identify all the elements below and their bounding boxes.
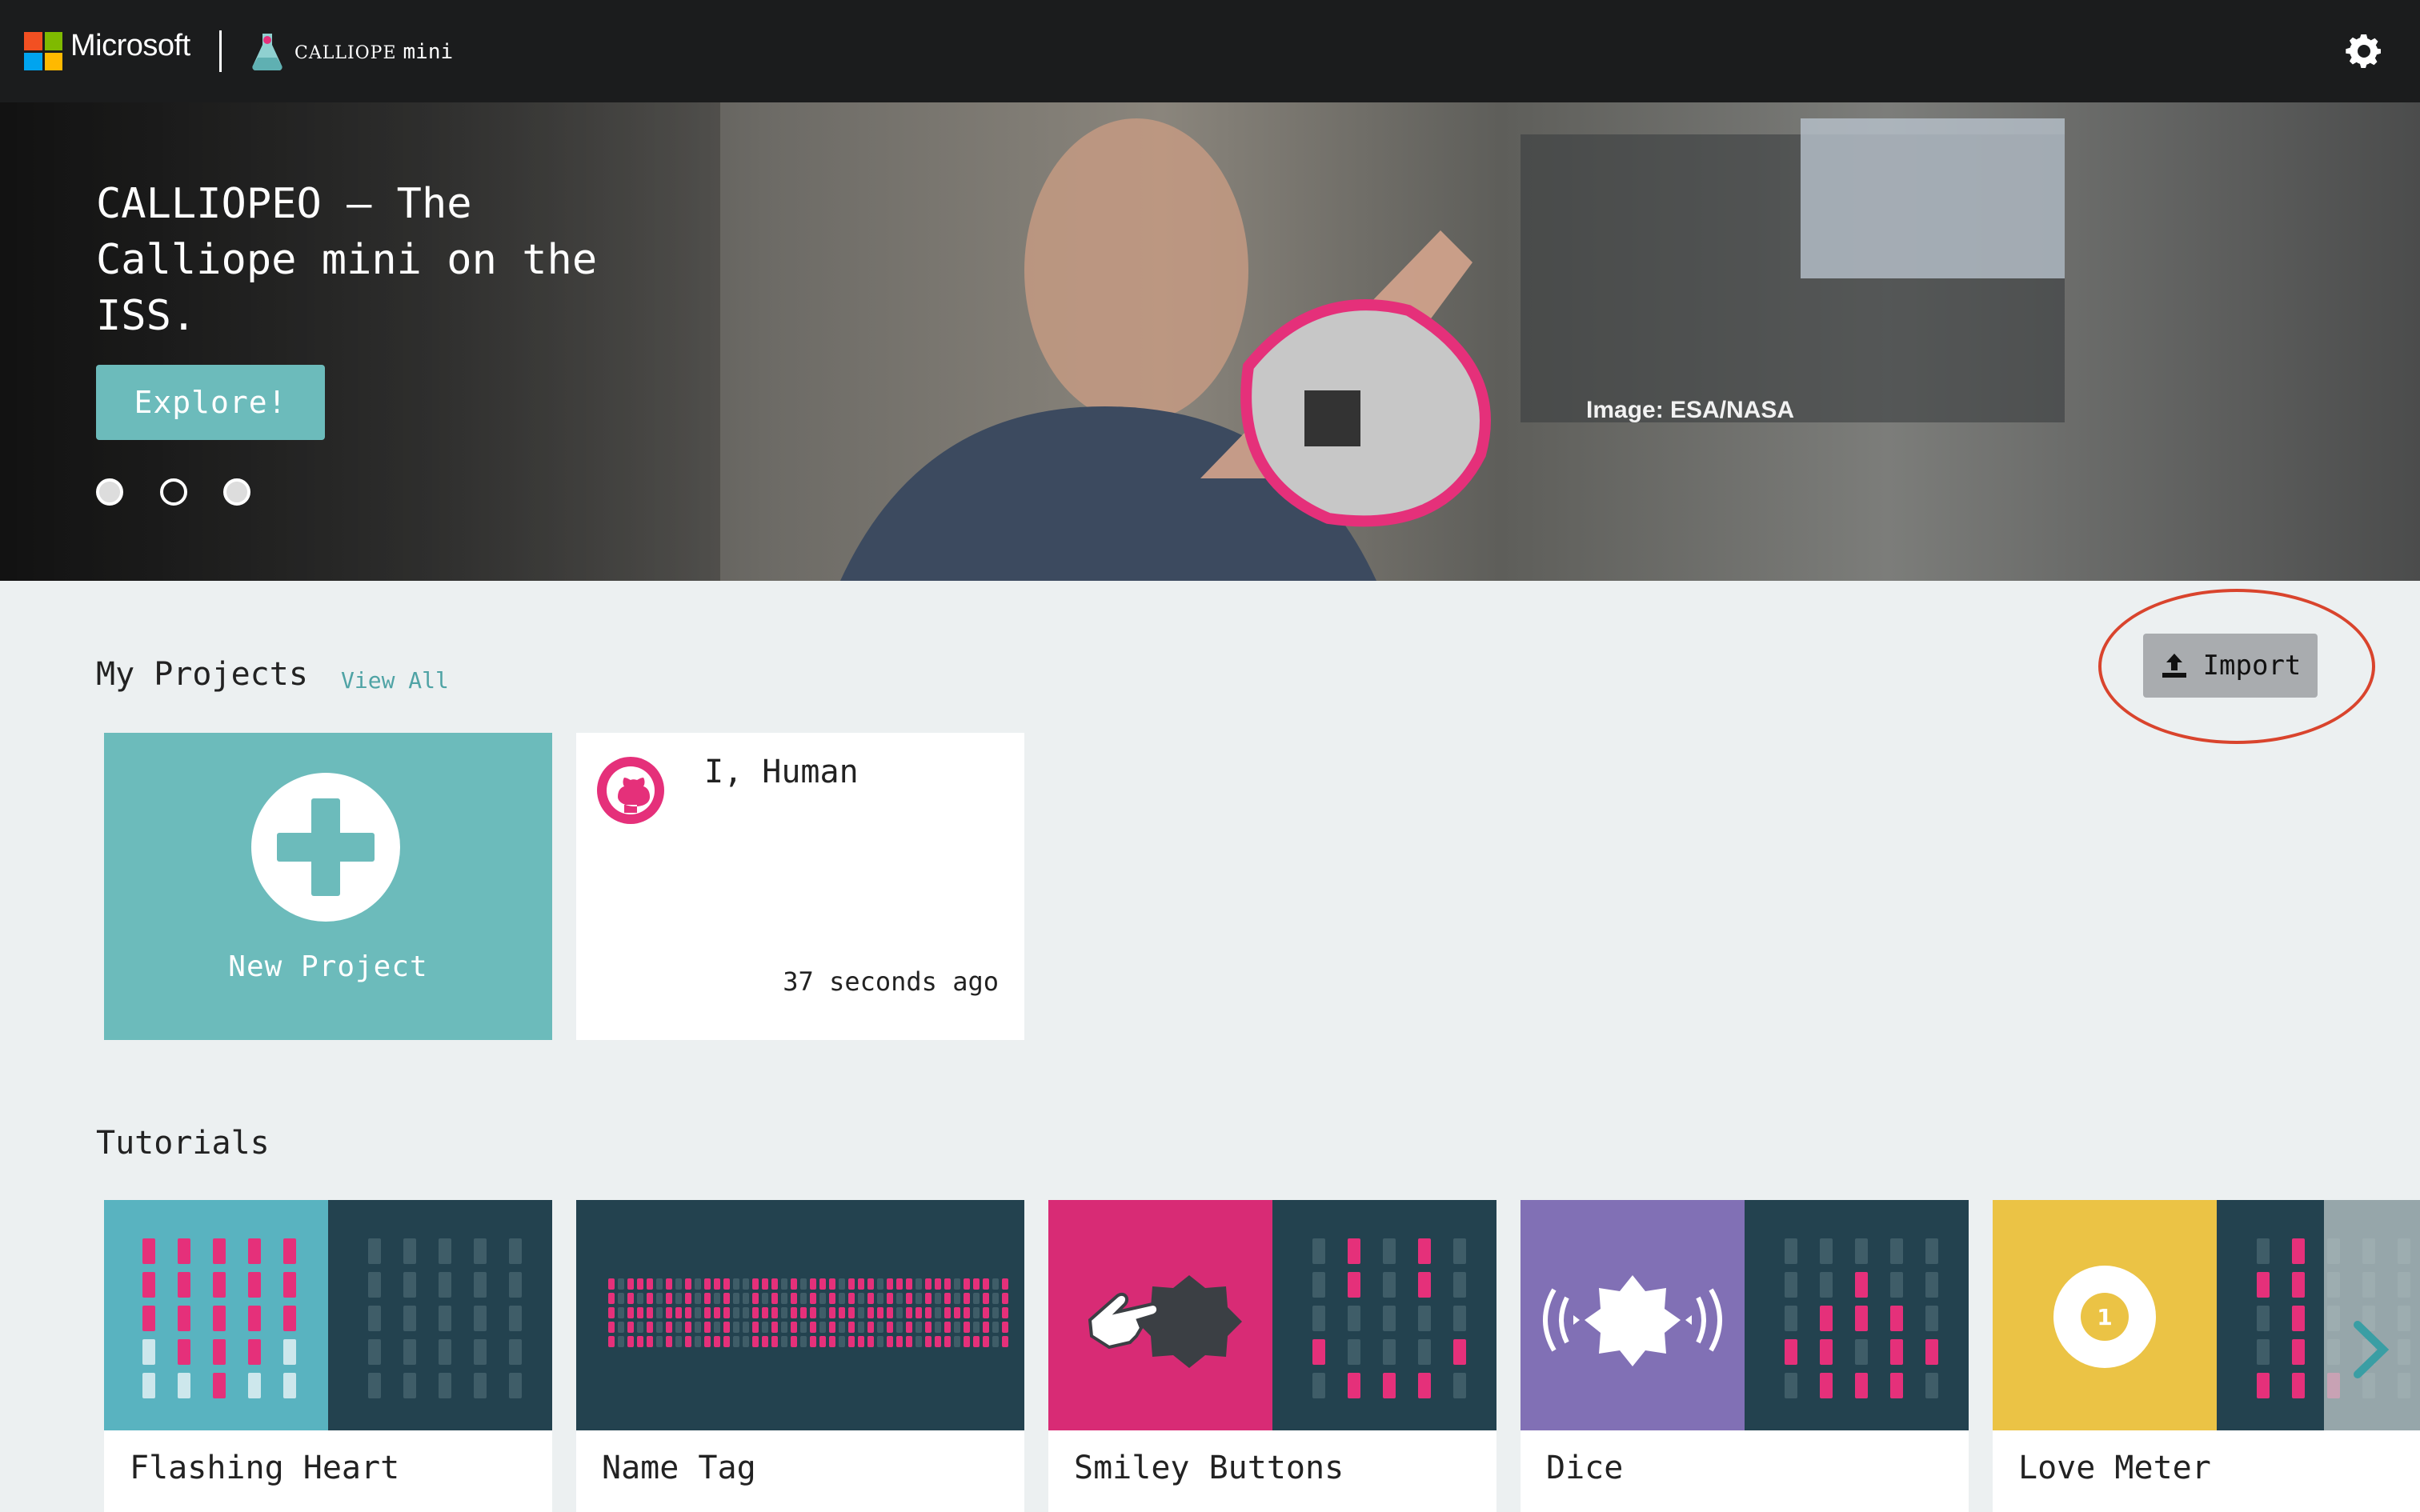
brand-divider (219, 30, 222, 72)
tutorial-image-left: 1 (1993, 1200, 2217, 1430)
new-project-card[interactable]: New Project (104, 733, 552, 1040)
top-bar: Microsoft CALLIOPE mini (0, 0, 2420, 102)
tutorial-label: Flashing Heart (130, 1450, 400, 1486)
chevron-right-icon[interactable] (2351, 1320, 2391, 1379)
tutorial-image-right (1745, 1200, 1969, 1430)
tutorial-image-right (1272, 1200, 1496, 1430)
tutorial-card-name-tag[interactable]: Name Tag (576, 1200, 1024, 1512)
tutorial-image-left (1048, 1200, 1272, 1430)
svg-text:1: 1 (2097, 1304, 2112, 1330)
calliope-brand-small: CALLIOPE (294, 43, 397, 63)
microsoft-logo-icon[interactable] (24, 32, 62, 70)
calliope-brand[interactable]: CALLIOPE mini (294, 40, 453, 64)
tutorial-image-right (328, 1200, 552, 1430)
tutorial-image-left (104, 1200, 328, 1430)
image-credit: Image: ESA/NASA (1586, 397, 1795, 423)
tutorial-label: Love Meter (2018, 1450, 2211, 1486)
carousel-dot-3[interactable] (223, 478, 250, 506)
github-icon (597, 757, 664, 824)
plus-icon (251, 773, 400, 922)
pin-icon: 1 (2053, 1266, 2156, 1368)
explore-button[interactable]: Explore! (96, 365, 325, 440)
calliope-brand-main: mini (403, 40, 454, 64)
button-press-icon (1088, 1275, 1242, 1368)
tutorial-label: Dice (1546, 1450, 1624, 1486)
calliope-icon[interactable] (250, 30, 285, 70)
gear-icon[interactable] (2345, 32, 2383, 70)
tutorial-label: Name Tag (602, 1450, 756, 1486)
projects-title: My Projects (96, 656, 308, 693)
project-name: I, Human (704, 754, 859, 790)
view-all-link[interactable]: View All (341, 667, 449, 694)
hero-title: CALLIOPEO – The Calliope mini on the ISS… (96, 180, 598, 340)
project-card[interactable]: I, Human 37 seconds ago (576, 733, 1024, 1040)
carousel-dot-2[interactable] (160, 478, 187, 506)
tutorial-label: Smiley Buttons (1074, 1450, 1344, 1486)
tutorial-card-flashing-heart[interactable]: Flashing Heart (104, 1200, 552, 1512)
tutorials-title: Tutorials (96, 1125, 270, 1162)
tutorial-image (576, 1200, 1024, 1430)
hero-carousel[interactable]: CALLIOPEO – The Calliope mini on the ISS… (0, 102, 2420, 581)
annotation-circle (2098, 589, 2375, 744)
tutorial-image-left (1521, 1200, 1745, 1430)
shake-icon (1543, 1275, 1722, 1366)
tutorial-card-smiley-buttons[interactable]: Smiley Buttons (1048, 1200, 1496, 1512)
tutorial-card-dice[interactable]: Dice (1521, 1200, 1969, 1512)
project-timestamp: 37 seconds ago (783, 966, 999, 997)
carousel-dot-1[interactable] (96, 478, 123, 506)
microsoft-brand[interactable]: Microsoft (70, 29, 190, 63)
carousel-next-overlay[interactable] (2324, 1200, 2420, 1430)
new-project-label: New Project (228, 950, 428, 983)
